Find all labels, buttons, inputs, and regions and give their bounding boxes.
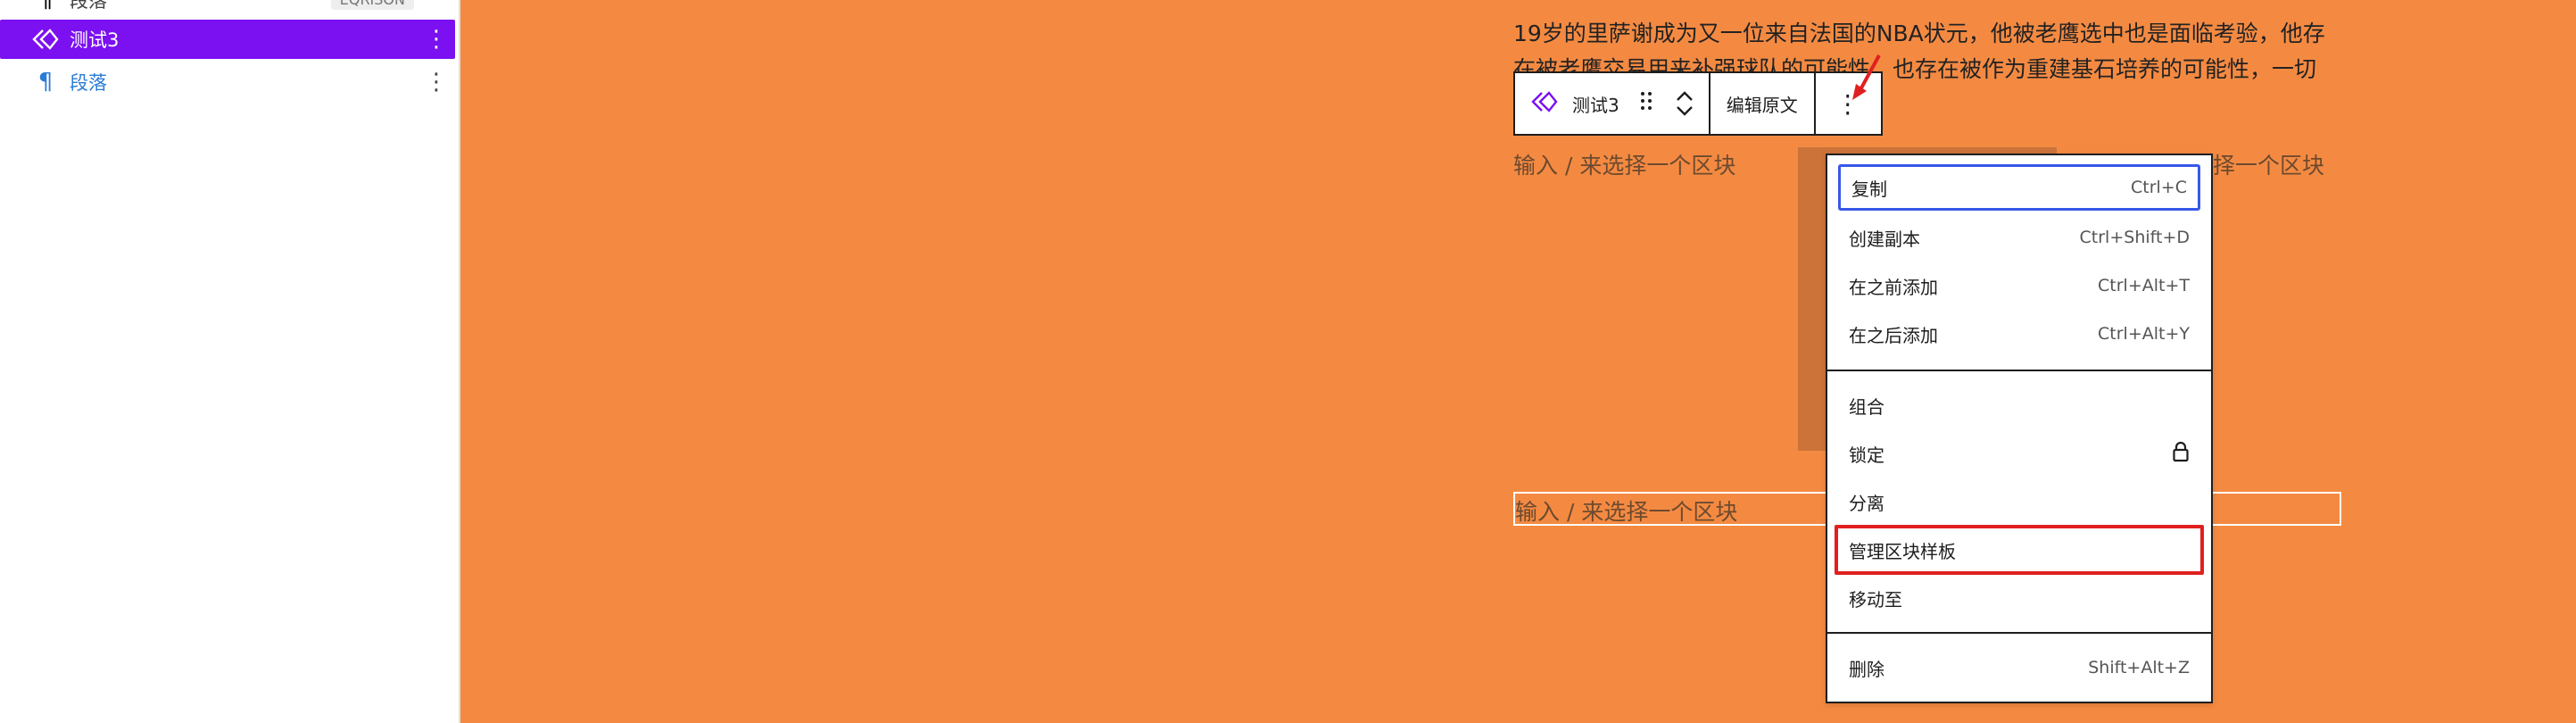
- pilcrow-icon: ¶: [37, 69, 54, 96]
- menu-item-manage-patterns[interactable]: 管理区块样板: [1835, 525, 2204, 575]
- menu-item-label: 在之前添加: [1849, 276, 1938, 298]
- block-placeholder-selected[interactable]: 输入 / 来选择一个区块: [1515, 494, 1737, 527]
- list-item-paragraph-top[interactable]: ¶ 段落 EQRISON: [0, 0, 455, 20]
- more-vertical-icon[interactable]: ⋮: [425, 71, 448, 94]
- menu-separator: [1827, 370, 2211, 371]
- menu-item-copy[interactable]: 复制 Ctrl+C: [1838, 164, 2200, 211]
- drag-handle-icon[interactable]: [1639, 90, 1653, 117]
- menu-item-insert-before[interactable]: 在之前添加 Ctrl+Alt+T: [1838, 262, 2200, 309]
- block-name: 测试3: [1572, 94, 1619, 116]
- menu-item-detach[interactable]: 分离: [1838, 478, 2200, 525]
- menu-item-label: 锁定: [1849, 444, 1884, 466]
- list-item-label: 测试3: [70, 29, 120, 51]
- chevron-up-icon[interactable]: [1675, 89, 1694, 104]
- menu-item-shortcut: Shift+Alt+Z: [2088, 658, 2190, 677]
- menu-separator: [1827, 632, 2211, 634]
- menu-item-label: 删除: [1849, 658, 1884, 680]
- block-mover: [1675, 89, 1694, 118]
- list-item-label: 段落: [70, 0, 107, 12]
- block-switcher[interactable]: 测试3: [1515, 73, 1710, 134]
- list-view-sidebar: ¶ 段落 EQRISON 测试3 ⋮ ¶ 段落 ⋮: [0, 0, 460, 723]
- block-placeholder-right[interactable]: 择一个区块: [2213, 148, 2324, 180]
- menu-item-delete[interactable]: 删除 Shift+Alt+Z: [1838, 644, 2200, 691]
- menu-item-label: 管理区块样板: [1849, 540, 1956, 562]
- menu-item-lock[interactable]: 锁定: [1838, 430, 2200, 477]
- lock-icon: [2172, 441, 2190, 467]
- menu-item-shortcut: Ctrl+C: [2131, 178, 2187, 197]
- menu-item-label: 创建副本: [1849, 228, 1920, 250]
- edit-original-button[interactable]: 编辑原文: [1710, 73, 1816, 134]
- menu-item-shortcut: Ctrl+Alt+Y: [2098, 324, 2190, 344]
- more-vertical-icon[interactable]: ⋮: [425, 28, 448, 51]
- reusable-block-icon: [32, 26, 59, 53]
- menu-item-insert-after[interactable]: 在之后添加 Ctrl+Alt+Y: [1838, 311, 2200, 357]
- annotation-arrow: [1852, 54, 1881, 100]
- menu-item-label: 分离: [1849, 492, 1884, 514]
- list-item-paragraph[interactable]: ¶ 段落 ⋮: [0, 62, 455, 102]
- chevron-down-icon[interactable]: [1675, 104, 1694, 118]
- menu-item-label: 在之后添加: [1849, 324, 1938, 346]
- block-placeholder[interactable]: 输入 / 来选择一个区块: [1513, 148, 1735, 180]
- list-item-test3[interactable]: 测试3 ⋮: [0, 20, 455, 59]
- menu-item-duplicate[interactable]: 创建副本 Ctrl+Shift+D: [1838, 214, 2200, 261]
- pilcrow-icon: ¶: [37, 0, 54, 13]
- menu-item-label: 复制: [1851, 178, 1887, 200]
- menu-item-shortcut: Ctrl+Alt+T: [2098, 276, 2190, 295]
- menu-item-move-to[interactable]: 移动至: [1838, 575, 2200, 621]
- list-item-label: 段落: [70, 72, 107, 94]
- menu-item-group[interactable]: 组合: [1838, 382, 2200, 428]
- reusable-block-icon: [1531, 91, 1558, 116]
- block-toolbar: 测试3 编辑原文 ⋮: [1513, 71, 1883, 136]
- menu-item-label: 组合: [1849, 395, 1884, 418]
- block-options-menu: 复制 Ctrl+C 创建副本 Ctrl+Shift+D 在之前添加 Ctrl+A…: [1826, 154, 2213, 703]
- shortcut-badge: EQRISON: [330, 0, 414, 10]
- menu-item-shortcut: Ctrl+Shift+D: [2079, 228, 2190, 247]
- menu-item-label: 移动至: [1849, 588, 1902, 611]
